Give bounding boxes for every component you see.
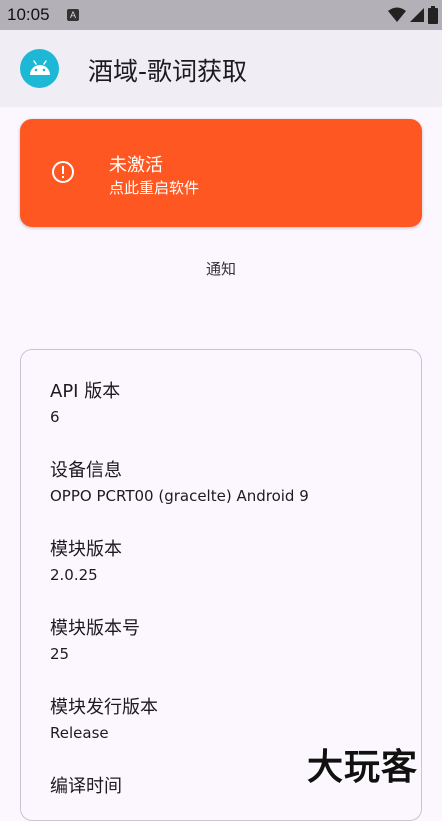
info-item-build-time: 编译时间 bbox=[50, 776, 122, 802]
activation-warning-card[interactable]: 未激活 点此重启软件 bbox=[20, 119, 422, 227]
status-time: 10:05 bbox=[7, 5, 50, 24]
keyboard-a-icon: A bbox=[67, 9, 79, 21]
info-item-module-version-code: 模块版本号 25 bbox=[50, 618, 140, 664]
info-label: 模块版本号 bbox=[50, 618, 140, 639]
notify-button[interactable]: 通知 bbox=[171, 251, 271, 287]
signal-icon bbox=[410, 8, 424, 22]
warning-title: 未激活 bbox=[109, 155, 163, 176]
info-label: 模块发行版本 bbox=[50, 697, 158, 718]
info-value: OPPO PCRT00 (gracelte) Android 9 bbox=[50, 487, 309, 505]
info-label: 编译时间 bbox=[50, 776, 122, 797]
info-label: 模块版本 bbox=[50, 539, 122, 560]
wifi-icon bbox=[388, 7, 406, 22]
app-bar: 酒域-歌词获取 bbox=[0, 30, 442, 107]
page-title: 酒域-歌词获取 bbox=[88, 57, 248, 86]
battery-icon bbox=[428, 6, 438, 24]
info-value: 6 bbox=[50, 408, 60, 426]
info-value: Release bbox=[50, 724, 109, 742]
info-value: 2.0.25 bbox=[50, 566, 98, 584]
watermark: 大玩客 bbox=[307, 747, 419, 788]
info-item-module-release: 模块发行版本 Release bbox=[50, 697, 158, 743]
warning-subtitle: 点此重启软件 bbox=[109, 179, 200, 197]
android-icon bbox=[20, 49, 59, 88]
info-label: API 版本 bbox=[50, 381, 121, 402]
status-bar: 10:05 A bbox=[0, 0, 442, 30]
info-item-api-version: API 版本 6 bbox=[50, 381, 120, 427]
status-icons bbox=[388, 6, 438, 24]
alert-circle-icon bbox=[52, 161, 74, 183]
info-item-device-info: 设备信息 OPPO PCRT00 (gracelte) Android 9 bbox=[50, 460, 309, 506]
info-label: 设备信息 bbox=[50, 460, 122, 481]
info-item-module-version: 模块版本 2.0.25 bbox=[50, 539, 122, 585]
info-value: 25 bbox=[50, 645, 70, 663]
